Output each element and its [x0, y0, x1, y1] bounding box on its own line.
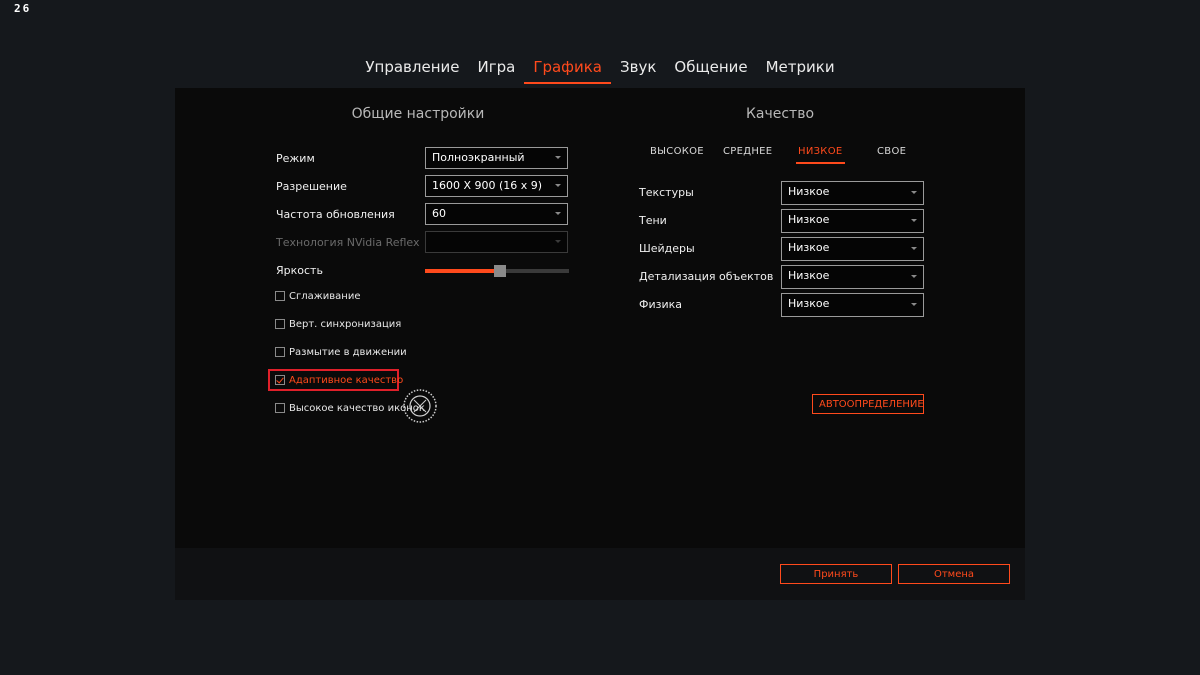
mode-label: Режим [276, 152, 315, 165]
checkbox-box[interactable] [275, 319, 285, 329]
vsync-label: Верт. синхронизация [289, 318, 402, 330]
physics-value: Низкое [788, 297, 830, 310]
shadows-select[interactable]: Низкое [781, 209, 924, 233]
chevron-down-icon [555, 184, 561, 187]
brightness-slider[interactable] [425, 265, 569, 277]
antialiasing-label: Сглаживание [289, 290, 361, 302]
resolution-select[interactable]: 1600 X 900 (16 x 9) [425, 175, 568, 197]
brightness-label: Яркость [276, 264, 323, 277]
preset-medium[interactable]: СРЕДНЕЕ [723, 146, 772, 157]
textures-value: Низкое [788, 185, 830, 198]
tab-metrics[interactable]: Метрики [757, 56, 844, 82]
object-detail-select[interactable]: Низкое [781, 265, 924, 289]
chevron-down-icon [911, 247, 917, 250]
tab-communication[interactable]: Общение [665, 56, 756, 82]
tab-game[interactable]: Игра [468, 56, 524, 82]
tab-graphics[interactable]: Графика [524, 56, 611, 84]
chevron-down-icon [911, 219, 917, 222]
chevron-down-icon [911, 303, 917, 306]
shaders-value: Низкое [788, 241, 830, 254]
preset-low[interactable]: НИЗКОЕ [796, 146, 845, 164]
chevron-down-icon [555, 240, 561, 243]
shadows-value: Низкое [788, 213, 830, 226]
motion-blur-checkbox[interactable]: Размытие в движении [275, 345, 407, 359]
crosshair-icon [403, 389, 437, 423]
preset-custom[interactable]: СВОЕ [877, 146, 906, 157]
adaptive-quality-checkbox[interactable]: Адаптивное качество [275, 373, 403, 387]
quality-title: Качество [745, 106, 815, 122]
tab-controls[interactable]: Управление [356, 56, 468, 82]
shadows-label: Тени [639, 214, 667, 227]
checkbox-box[interactable] [275, 403, 285, 413]
textures-label: Текстуры [639, 186, 694, 199]
checkbox-box[interactable] [275, 291, 285, 301]
refresh-rate-select[interactable]: 60 [425, 203, 568, 225]
adaptive-quality-label: Адаптивное качество [289, 374, 404, 386]
checkbox-box[interactable] [275, 347, 285, 357]
cancel-button[interactable]: Отмена [898, 564, 1010, 584]
physics-label: Физика [639, 298, 683, 311]
nvidia-reflex-label: Технология NVidia Reflex [276, 236, 420, 249]
antialiasing-checkbox[interactable]: Сглаживание [275, 289, 360, 303]
chevron-down-icon [911, 191, 917, 194]
physics-select[interactable]: Низкое [781, 293, 924, 317]
nvidia-reflex-select [425, 231, 568, 253]
fps-counter: 26 [14, 2, 32, 15]
vsync-checkbox[interactable]: Верт. синхронизация [275, 317, 401, 331]
chevron-down-icon [555, 212, 561, 215]
checkbox-box-checked[interactable] [275, 375, 285, 385]
preset-high[interactable]: ВЫСОКОЕ [650, 146, 704, 157]
general-settings-title: Общие настройки [351, 106, 485, 122]
shaders-label: Шейдеры [639, 242, 695, 255]
autodetect-button[interactable]: АВТООПРЕДЕЛЕНИЕ [812, 394, 924, 414]
resolution-label: Разрешение [276, 180, 347, 193]
object-detail-value: Низкое [788, 269, 830, 282]
brightness-slider-handle[interactable] [493, 265, 506, 277]
tab-sound[interactable]: Звук [611, 56, 665, 82]
shaders-select[interactable]: Низкое [781, 237, 924, 261]
textures-select[interactable]: Низкое [781, 181, 924, 205]
brightness-slider-fill [425, 269, 500, 273]
chevron-down-icon [555, 156, 561, 159]
settings-tabs: Управление Игра Графика Звук Общение Мет… [0, 56, 1200, 84]
motion-blur-label: Размытие в движении [289, 346, 407, 358]
refresh-rate-label: Частота обновления [276, 208, 395, 221]
refresh-rate-value: 60 [432, 207, 446, 220]
chevron-down-icon [911, 275, 917, 278]
resolution-value: 1600 X 900 (16 x 9) [432, 179, 543, 192]
object-detail-label: Детализация объектов [639, 270, 774, 283]
apply-button[interactable]: Принять [780, 564, 892, 584]
mode-select[interactable]: Полноэкранный [425, 147, 568, 169]
mode-value: Полноэкранный [432, 151, 525, 164]
